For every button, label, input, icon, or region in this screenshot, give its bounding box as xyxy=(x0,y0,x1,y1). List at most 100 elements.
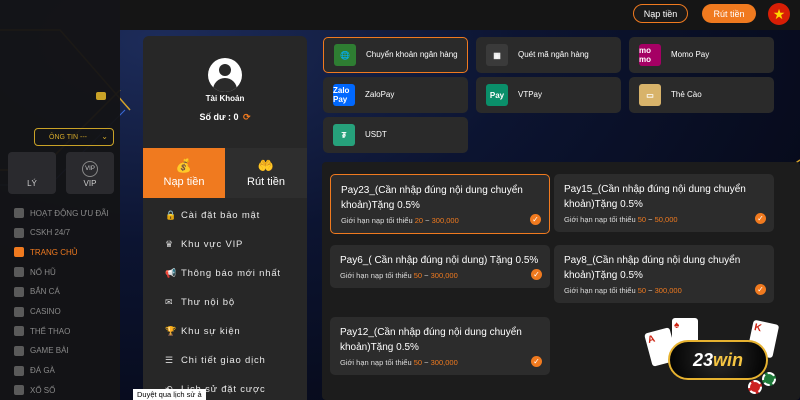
payment-method-label: Thẻ Cào xyxy=(671,89,702,99)
promotion-limit-min: 50 xyxy=(413,358,423,367)
account-menu-label: Thông báo mới nhất xyxy=(181,267,281,279)
header-withdraw-button[interactable]: Rút tiền xyxy=(702,4,756,23)
promotion-limit-min: 50 xyxy=(637,286,647,295)
promotion-title: Pay12_(Cần nhập đúng nội dung chuyển kho… xyxy=(340,327,522,353)
sidebar-item[interactable]: XỔ SỐ xyxy=(0,380,120,400)
momo-icon: mo mo xyxy=(639,44,661,66)
hand-money-icon: 🤲 xyxy=(257,158,275,173)
sidebar-item[interactable]: TRANG CHỦ xyxy=(0,242,120,262)
promotion-limit-max: 300,000 xyxy=(654,286,682,295)
promotion-limit: Giới hạn nạp tối thiểu 50 ~ 50,000 xyxy=(564,215,764,224)
mail-icon: ✉ xyxy=(165,296,174,307)
sidebar-item[interactable]: NỔ HŨ xyxy=(0,262,120,282)
info-select-label: ÔNG TIN --- xyxy=(49,133,87,141)
account-panel: Tài Khoản Số dư : 0 ⟳ 💰 Nạp tiền 🤲 Rút t… xyxy=(143,36,307,400)
promotion-limit-limit-prefix: Giới hạn nạp tối thiểu xyxy=(341,216,415,225)
tab-deposit-label: Nạp tiền xyxy=(163,176,205,188)
logo-number: 23 xyxy=(692,349,714,370)
sidebar-item[interactable]: BẮN CÁ xyxy=(0,282,120,302)
tab-deposit[interactable]: 💰 Nạp tiền xyxy=(143,148,225,198)
payment-method-option[interactable]: Pay VTPay xyxy=(476,77,621,113)
sidebar-item[interactable]: CSKH 24/7 xyxy=(0,223,120,243)
promotion-limit-sep: ~ xyxy=(422,271,431,280)
sidebar-item-label: HOẠT ĐỘNG ƯU ĐÃI xyxy=(30,208,109,218)
promotion-limit-sep: ~ xyxy=(646,215,655,224)
promotion-title: Pay8_(Cần nhập đúng nội dung chuyển khoả… xyxy=(564,255,741,281)
promotion-option[interactable]: Pay15_(Cần nhập đúng nội dung chuyển kho… xyxy=(554,174,774,232)
payment-method-label: VTPay xyxy=(518,89,543,99)
tether-icon: ₮ xyxy=(333,124,355,146)
crown-icon: ♛ xyxy=(165,238,174,249)
vtpay-icon: Pay xyxy=(486,84,508,106)
refresh-icon[interactable]: ⟳ xyxy=(243,112,251,122)
zalopay-icon: Zalo Pay xyxy=(333,84,355,106)
vip-box-label: VIP xyxy=(83,179,97,188)
gift-icon xyxy=(14,208,24,218)
promotion-limit-limit-prefix: Giới hạn nạp tối thiểu xyxy=(564,286,638,295)
tab-withdraw-label: Rút tiền xyxy=(247,176,285,188)
sidebar-item-label: TRANG CHỦ xyxy=(30,247,78,257)
account-menu-label: Khu sự kiện xyxy=(181,325,241,337)
lock-icon: 🔒 xyxy=(165,209,178,220)
tab-withdraw[interactable]: 🤲 Rút tiền xyxy=(225,148,307,198)
promotion-option[interactable]: Pay6_( Cần nhập đúng nội dung) Tặng 0.5%… xyxy=(330,245,550,288)
tooltip: Duyệt qua lịch sử ả xyxy=(133,389,206,400)
account-menu-item[interactable]: ☰ Chi tiết giao dịch xyxy=(165,351,266,369)
chevron-down-icon: ⌄ xyxy=(101,132,108,141)
payment-method-option[interactable]: mo mo Momo Pay xyxy=(629,37,774,73)
promotion-limit-max: 300,000 xyxy=(430,358,458,367)
promotion-limit-min: 50 xyxy=(637,215,647,224)
account-menu-item[interactable]: ♛ Khu vực VIP xyxy=(165,235,243,253)
sidebar-item[interactable]: HOẠT ĐỘNG ƯU ĐÃI xyxy=(0,203,120,223)
sidebar-item[interactable]: CASINO xyxy=(0,302,120,322)
balance-label: Số dư : 0 xyxy=(199,112,239,122)
ly-box[interactable]: LÝ xyxy=(8,152,56,194)
home-icon xyxy=(14,247,24,258)
promotion-limit: Giới hạn nạp tối thiểu 50 ~ 300,000 xyxy=(340,271,540,280)
sidebar-item-label: XỔ SỐ xyxy=(30,385,56,395)
sidebar-item[interactable]: ĐÁ GÀ xyxy=(0,361,120,381)
account-menu-item[interactable]: 📢 Thông báo mới nhất xyxy=(165,264,281,282)
promotion-option[interactable]: Pay8_(Cần nhập đúng nội dung chuyển khoả… xyxy=(554,245,774,303)
avatar-body xyxy=(213,78,237,92)
checkmark-icon: ✓ xyxy=(531,356,542,367)
account-title: Tài Khoản xyxy=(205,94,245,103)
sidebar-item-label: GAME BÀI xyxy=(30,346,69,356)
promotion-option[interactable]: Pay23_(Cần nhập đúng nội dung chuyển kho… xyxy=(330,174,550,234)
payment-method-option[interactable]: 🌐 Chuyển khoản ngân hàng xyxy=(323,37,468,73)
megaphone-icon: 📢 xyxy=(165,267,178,278)
sidebar-item[interactable]: GAME BÀI xyxy=(0,341,120,361)
promotion-limit-min: 20 xyxy=(414,216,424,225)
vietnam-flag-icon[interactable]: ★ xyxy=(768,3,790,25)
payment-method-label: Chuyển khoản ngân hàng xyxy=(366,49,458,59)
promotion-option[interactable]: Pay12_(Cần nhập đúng nội dung chuyển kho… xyxy=(330,317,550,375)
sidebar-item[interactable]: THỂ THAO xyxy=(0,321,120,341)
payment-method-label: ZaloPay xyxy=(365,89,395,99)
account-menu-item[interactable]: 🔒 Cài đặt bảo mật xyxy=(165,206,260,224)
promotion-limit-limit-prefix: Giới hạn nạp tối thiểu xyxy=(340,358,414,367)
payment-method-label: Quét mã ngân hàng xyxy=(518,49,589,59)
left-sidebar: ÔNG TIN --- ⌄ LÝ VIP VIP HOẠT ĐỘNG ƯU ĐÃ… xyxy=(0,0,120,400)
payment-method-option[interactable]: Zalo Pay ZaloPay xyxy=(323,77,468,113)
account-menu-item[interactable]: 🏆 Khu sự kiện xyxy=(165,322,241,340)
info-select[interactable]: ÔNG TIN --- ⌄ xyxy=(34,128,114,146)
payment-method-label: USDT xyxy=(365,129,387,139)
payment-method-option[interactable]: ▭ Thẻ Cào xyxy=(629,77,774,113)
avatar[interactable] xyxy=(208,58,242,92)
header-deposit-button[interactable]: Nạp tiền xyxy=(633,4,688,23)
qr-scan-icon: ▦ xyxy=(486,44,508,66)
promotion-limit-max: 300,000 xyxy=(430,271,458,280)
account-menu-label: Khu vực VIP xyxy=(181,238,244,250)
payment-method-option[interactable]: ▦ Quét mã ngân hàng xyxy=(476,37,621,73)
casino-icon xyxy=(14,306,24,317)
chat-icon[interactable] xyxy=(96,92,106,100)
account-menu-label: Cài đặt bảo mật xyxy=(181,209,261,221)
account-menu-label: Chi tiết giao dịch xyxy=(181,354,266,366)
rooster-icon xyxy=(14,365,24,376)
payment-method-label: Momo Pay xyxy=(671,49,710,59)
sidebar-item-label: THỂ THAO xyxy=(30,326,71,336)
vip-box[interactable]: VIP VIP xyxy=(66,152,114,194)
promotion-limit-sep: ~ xyxy=(423,216,432,225)
payment-method-option[interactable]: ₮ USDT xyxy=(323,117,468,153)
account-menu-item[interactable]: ✉ Thư nội bộ xyxy=(165,293,235,311)
